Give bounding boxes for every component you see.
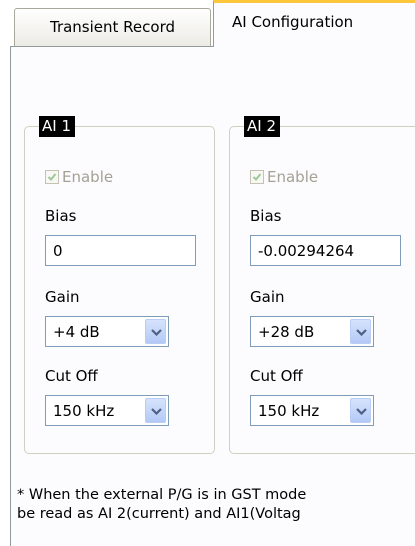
ai1-cutoff-select[interactable]: 150 kHz — [45, 395, 169, 426]
ai2-cutoff-dropdown-button[interactable] — [350, 398, 371, 423]
ai2-bias-input[interactable]: -0.00294264 — [250, 235, 401, 266]
ai1-bias-label: Bias — [45, 207, 77, 225]
chevron-down-icon — [151, 329, 162, 336]
footnote-line-1: * When the external P/G is in GST mode — [17, 487, 307, 503]
ai2-gain-value: +28 dB — [258, 323, 315, 341]
ai1-enable-check-box[interactable] — [45, 170, 59, 184]
ai1-cutoff-label: Cut Off — [45, 367, 98, 385]
checkmark-icon — [47, 173, 57, 181]
ai1-gain-value: +4 dB — [53, 323, 100, 341]
ai1-enable-checkbox[interactable]: Enable — [45, 168, 113, 186]
ai1-group-title: AI 1 — [39, 116, 75, 137]
tab-strip: Transient Record AI Configuration — [0, 0, 415, 47]
chevron-down-icon — [356, 408, 367, 415]
ai2-cutoff-select[interactable]: 150 kHz — [250, 395, 374, 426]
ai2-enable-checkbox[interactable]: Enable — [250, 168, 318, 186]
ai2-gain-dropdown-button[interactable] — [350, 319, 371, 344]
ai2-gain-select[interactable]: +28 dB — [250, 316, 374, 347]
ai2-enable-check-box[interactable] — [250, 170, 264, 184]
ai1-enable-label: Enable — [62, 168, 114, 186]
checkmark-icon — [252, 173, 262, 181]
ai2-cutoff-label: Cut Off — [250, 367, 303, 385]
tab-ai-configuration[interactable]: AI Configuration — [213, 0, 415, 47]
chevron-down-icon — [151, 408, 162, 415]
ai2-gain-label: Gain — [250, 288, 285, 306]
ai1-cutoff-value: 150 kHz — [53, 402, 115, 420]
ai1-groupbox: AI 1 Enable Bias 0 Gain +4 dB Cut Off 15… — [24, 116, 215, 454]
ai2-group-title: AI 2 — [244, 116, 280, 137]
ai1-bias-input[interactable]: 0 — [45, 235, 196, 266]
ai2-enable-label: Enable — [267, 168, 319, 186]
ai2-bias-label: Bias — [250, 207, 282, 225]
ai2-cutoff-value: 150 kHz — [258, 402, 320, 420]
ai2-groupbox: AI 2 Enable Bias -0.00294264 Gain +28 dB… — [229, 116, 415, 454]
tab-transient-record[interactable]: Transient Record — [14, 8, 211, 46]
ai1-gain-dropdown-button[interactable] — [145, 319, 166, 344]
footnote-line-2: be read as AI 2(current) and AI1(Voltag — [17, 506, 301, 522]
ai1-gain-select[interactable]: +4 dB — [45, 316, 169, 347]
footnote: * When the external P/G is in GST mode b… — [17, 486, 306, 524]
chevron-down-icon — [356, 329, 367, 336]
ai1-cutoff-dropdown-button[interactable] — [145, 398, 166, 423]
ai1-gain-label: Gain — [45, 288, 80, 306]
